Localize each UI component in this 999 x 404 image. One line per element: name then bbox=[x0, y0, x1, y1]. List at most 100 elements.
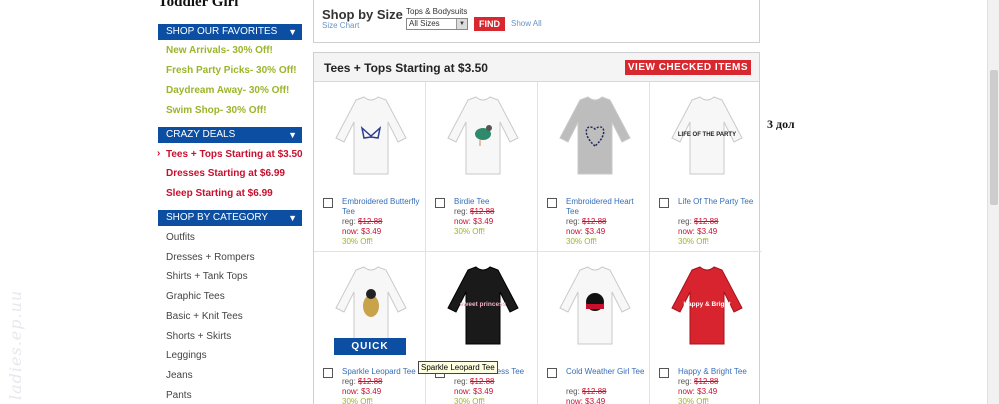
category-link-graphic-tees[interactable]: Graphic Tees bbox=[166, 291, 225, 302]
category-link-jeans[interactable]: Jeans bbox=[166, 370, 193, 381]
product-name[interactable]: Birdie Tee bbox=[454, 197, 536, 207]
size-select[interactable]: All Sizes ▼ bbox=[406, 18, 468, 30]
tshirt-image[interactable]: Happy & Bright bbox=[668, 264, 746, 346]
favorites-header[interactable]: SHOP OUR FAVORITES ▼ bbox=[158, 24, 302, 40]
compare-checkbox[interactable] bbox=[659, 368, 669, 378]
regular-price-prefix: reg: bbox=[342, 217, 356, 226]
product-card[interactable]: Birdie Tee reg: $12.88 now: $3.49 30% Off! bbox=[426, 82, 538, 252]
panel-header: Tees + Tops Starting at $3.50 VIEW CHECK… bbox=[314, 53, 759, 82]
sale-price: now: $3.49 bbox=[454, 217, 493, 226]
sale-price: now: $3.49 bbox=[454, 387, 493, 396]
sale-price-value: $3.49 bbox=[473, 387, 494, 396]
regular-price-value: $12.88 bbox=[694, 217, 719, 226]
sale-price: now: $3.49 bbox=[678, 387, 717, 396]
tshirt-image[interactable] bbox=[556, 264, 634, 346]
favorites-header-label: SHOP OUR FAVORITES bbox=[166, 26, 278, 37]
regular-price-prefix: reg: bbox=[342, 377, 356, 386]
favorites-link-new-arrivals[interactable]: New Arrivals- 30% Off! bbox=[166, 45, 273, 56]
sale-price-value: $3.49 bbox=[361, 227, 382, 236]
category-link-leggings[interactable]: Leggings bbox=[166, 350, 207, 361]
tshirt-image[interactable] bbox=[444, 94, 522, 176]
size-category-label: Tops & Bodysuits bbox=[406, 7, 468, 16]
find-button[interactable]: FIND bbox=[474, 17, 505, 31]
regular-price: reg: $12.88 bbox=[566, 217, 607, 226]
product-card[interactable]: LIFE OF THE PARTY Life Of The Party Tee re… bbox=[650, 82, 762, 252]
chevron-down-icon[interactable]: ▼ bbox=[456, 19, 467, 29]
deals-header[interactable]: CRAZY DEALS ▼ bbox=[158, 127, 302, 143]
favorites-link-party-picks[interactable]: Fresh Party Picks- 30% Off! bbox=[166, 65, 297, 76]
tshirt-image[interactable] bbox=[332, 94, 410, 176]
category-header[interactable]: SHOP BY CATEGORY ▼ bbox=[158, 210, 302, 226]
regular-price-prefix: reg: bbox=[566, 217, 580, 226]
page-scrollbar[interactable] bbox=[987, 0, 999, 404]
chevron-down-icon: ▼ bbox=[288, 27, 297, 37]
product-name[interactable]: Embroidered Heart Tee bbox=[566, 197, 648, 217]
sale-price: now: $3.49 bbox=[342, 227, 381, 236]
compare-checkbox[interactable] bbox=[659, 198, 669, 208]
view-checked-items-button[interactable]: VIEW CHECKED ITEMS bbox=[624, 60, 751, 75]
category-link-dresses[interactable]: Dresses + Rompers bbox=[166, 252, 255, 263]
regular-price-prefix: reg: bbox=[678, 377, 692, 386]
regular-price-value: $12.88 bbox=[694, 377, 719, 386]
sale-price-value: $3.49 bbox=[473, 217, 494, 226]
category-link-shorts[interactable]: Shorts + Skirts bbox=[166, 331, 231, 342]
size-chart-link[interactable]: Size Chart bbox=[322, 21, 359, 30]
side-note: 3 дол bbox=[767, 117, 795, 131]
compare-checkbox[interactable] bbox=[323, 368, 333, 378]
favorites-link-swim[interactable]: Swim Shop- 30% Off! bbox=[166, 105, 267, 116]
sale-price-value: $3.49 bbox=[585, 227, 606, 236]
deals-header-label: CRAZY DEALS bbox=[166, 129, 236, 140]
regular-price-prefix: reg: bbox=[678, 217, 692, 226]
sale-price: now: $3.49 bbox=[566, 227, 605, 236]
favorites-link-daydream[interactable]: Daydream Away- 30% Off! bbox=[166, 85, 289, 96]
deals-link-dresses[interactable]: Dresses Starting at $6.99 bbox=[166, 168, 285, 179]
sale-price-value: $3.49 bbox=[697, 387, 718, 396]
sale-price-prefix: now: bbox=[678, 387, 695, 396]
tooltip: Sparkle Leopard Tee bbox=[418, 361, 498, 374]
category-link-basic-tees[interactable]: Basic + Knit Tees bbox=[166, 311, 243, 322]
regular-price-prefix: reg: bbox=[454, 377, 468, 386]
product-card[interactable]: Happy & Bright Happy & Bright Tee reg: $12… bbox=[650, 252, 762, 404]
regular-price: reg: $12.88 bbox=[454, 207, 495, 216]
product-card[interactable]: Embroidered Butterfly Tee reg: $12.88 now:… bbox=[314, 82, 426, 252]
product-name[interactable]: Life Of The Party Tee bbox=[678, 197, 760, 207]
page-heading: Toddler Girl bbox=[158, 0, 239, 10]
compare-checkbox[interactable] bbox=[547, 368, 557, 378]
product-card[interactable]: Embroidered Heart Tee reg: $12.88 now: $3.… bbox=[538, 82, 650, 252]
tshirt-image[interactable] bbox=[556, 94, 634, 176]
sale-price-value: $3.49 bbox=[697, 227, 718, 236]
shirt-print-text: Happy & Bright bbox=[683, 301, 731, 308]
sale-price-prefix: now: bbox=[566, 397, 583, 404]
tshirt-image[interactable]: sweet princess bbox=[444, 264, 522, 346]
regular-price: reg: $12.88 bbox=[454, 377, 495, 386]
compare-checkbox[interactable] bbox=[547, 198, 557, 208]
category-link-shirts[interactable]: Shirts + Tank Tops bbox=[166, 271, 248, 282]
tshirt-image[interactable]: LIFE OF THE PARTY bbox=[668, 94, 746, 176]
product-name[interactable]: Happy & Bright Tee bbox=[678, 367, 760, 377]
compare-checkbox[interactable] bbox=[323, 198, 333, 208]
regular-price-prefix: reg: bbox=[454, 207, 468, 216]
product-name[interactable]: Sparkle Leopard Tee bbox=[342, 367, 424, 377]
watermark-text: ladies.ep.uu bbox=[6, 289, 25, 400]
category-link-pants[interactable]: Pants bbox=[166, 390, 192, 401]
regular-price: reg: $12.88 bbox=[678, 217, 719, 226]
deals-link-tees[interactable]: Tees + Tops Starting at $3.50 bbox=[166, 149, 303, 160]
scrollbar-thumb[interactable] bbox=[990, 70, 998, 205]
deals-link-sleep[interactable]: Sleep Starting at $6.99 bbox=[166, 188, 273, 199]
compare-checkbox[interactable] bbox=[435, 198, 445, 208]
product-name[interactable]: Embroidered Butterfly Tee bbox=[342, 197, 424, 217]
chevron-down-icon: ▼ bbox=[288, 213, 297, 223]
product-panel: Tees + Tops Starting at $3.50 VIEW CHECK… bbox=[313, 52, 762, 404]
product-card[interactable]: sweet princessSweet Princess Teereg: $12… bbox=[426, 252, 538, 404]
tshirt-image[interactable] bbox=[332, 264, 410, 346]
sale-price: now: $3.49 bbox=[678, 227, 717, 236]
quick-look-button[interactable]: QUICK LOOK bbox=[334, 338, 406, 369]
product-card[interactable]: QUICK LOOK Sparkle Leopard Tee reg: $12.88… bbox=[314, 252, 426, 404]
product-name[interactable]: Cold Weather Girl Tee bbox=[566, 367, 648, 377]
chevron-down-icon: ▼ bbox=[288, 130, 297, 140]
product-card[interactable]: Cold Weather Girl Tee reg: $12.88 now: $3.… bbox=[538, 252, 650, 404]
sale-price: now: $3.49 bbox=[342, 387, 381, 396]
show-all-link[interactable]: Show All bbox=[511, 19, 542, 28]
sale-price-prefix: now: bbox=[566, 227, 583, 236]
category-link-outfits[interactable]: Outfits bbox=[166, 232, 195, 243]
